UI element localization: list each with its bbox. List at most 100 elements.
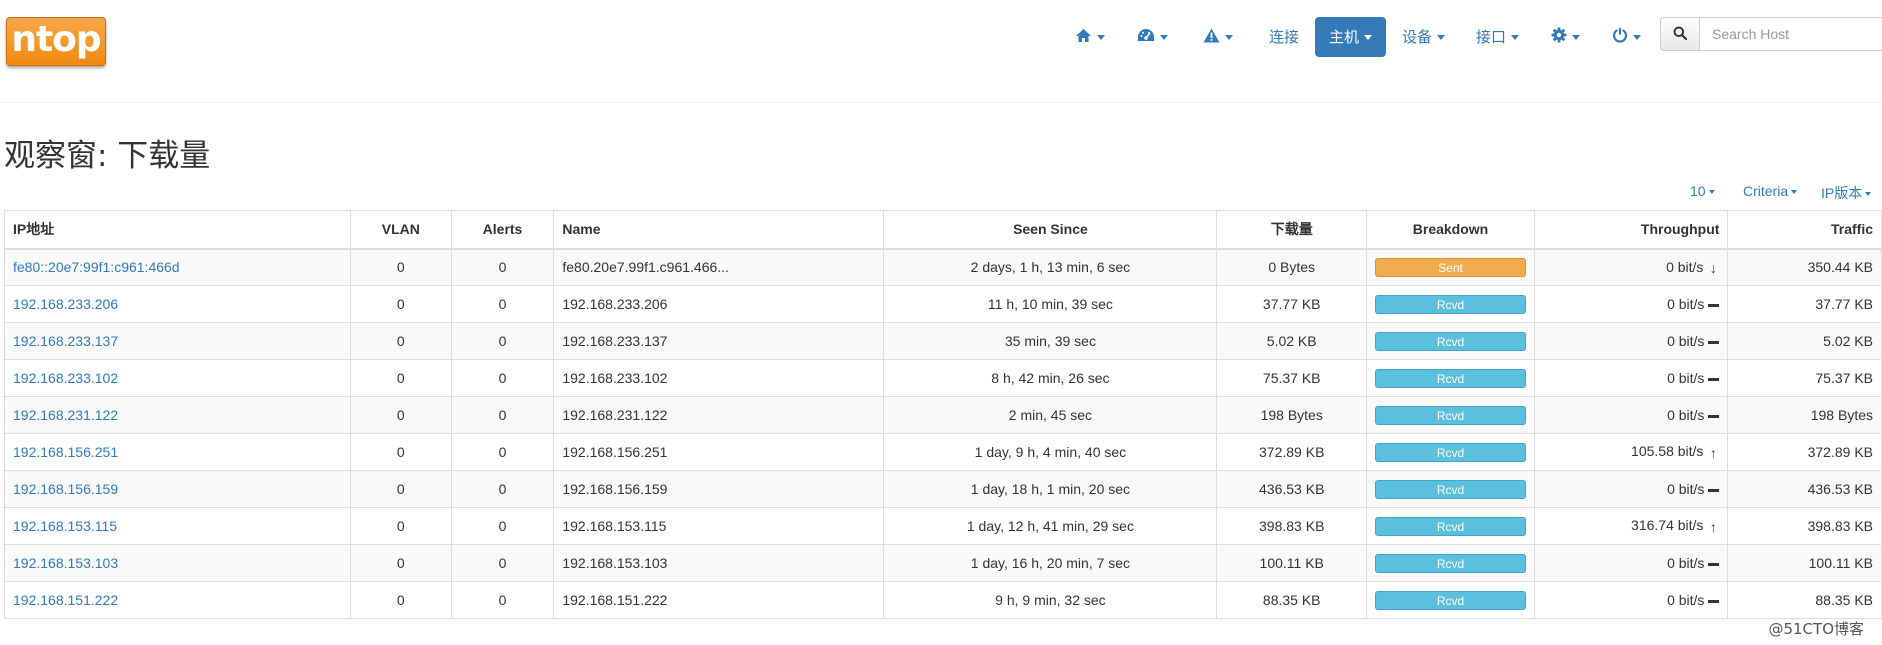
ip-cell: 192.168.233.137 bbox=[4, 322, 351, 360]
nav-power[interactable] bbox=[1612, 17, 1641, 57]
criteria-dropdown[interactable]: Criteria bbox=[1743, 183, 1798, 199]
host-ip-link[interactable]: 192.168.153.115 bbox=[13, 518, 117, 534]
search-button[interactable] bbox=[1660, 17, 1700, 51]
ip-version-dropdown[interactable]: IP版本 bbox=[1821, 183, 1872, 203]
col-seen-since-header[interactable]: Seen Since bbox=[883, 210, 1218, 250]
seen-since-cell: 1 day, 16 h, 20 min, 7 sec bbox=[883, 544, 1218, 582]
vlan-cell: 0 bbox=[349, 248, 452, 286]
alerts-cell: 0 bbox=[450, 285, 555, 323]
download-cell: 88.35 KB bbox=[1216, 581, 1367, 619]
col-download-header[interactable]: 下载量 bbox=[1216, 210, 1367, 250]
name-cell: 192.168.153.103 bbox=[553, 544, 885, 582]
alerts-cell: 0 bbox=[450, 544, 555, 582]
throughput-cell: 0 bit/s bbox=[1533, 470, 1729, 508]
nav-devices-label: 设备 bbox=[1402, 28, 1433, 46]
throughput-value: 0 bit/s bbox=[1667, 296, 1705, 312]
nav-hosts[interactable]: 主机 bbox=[1315, 17, 1387, 57]
arrow-up-icon: ↑ bbox=[1709, 444, 1717, 461]
breakdown-bar: Rcvd bbox=[1375, 294, 1526, 314]
nav-flows[interactable]: 连接 bbox=[1269, 17, 1299, 57]
host-ip-link[interactable]: 192.168.156.159 bbox=[13, 481, 118, 497]
col-name-header[interactable]: Name bbox=[553, 210, 885, 250]
ntop-logo[interactable]: ntop bbox=[6, 17, 106, 66]
breakdown-cell: Rcvd bbox=[1366, 433, 1535, 471]
vlan-cell: 0 bbox=[349, 396, 452, 434]
name-cell: 192.168.151.222 bbox=[553, 581, 885, 619]
throughput-value: 0 bit/s bbox=[1667, 592, 1705, 608]
throughput-cell: 0 bit/s ↓ bbox=[1533, 248, 1729, 286]
name-cell: fe80.20e7.99f1.c961.466... bbox=[553, 248, 885, 286]
alert-icon bbox=[1203, 18, 1220, 58]
vlan-cell: 0 bbox=[349, 359, 452, 397]
gear-icon bbox=[1551, 18, 1567, 58]
name-cell: 192.168.153.115 bbox=[553, 507, 885, 545]
nav-interfaces[interactable]: 接口 bbox=[1476, 17, 1520, 57]
ntop-page: ntop 连接 主机 设备 接口 Search Host 观察窗: 下载量 10… bbox=[0, 0, 1882, 645]
col-ip-header[interactable]: IP地址 bbox=[4, 210, 351, 250]
chevron-down-icon bbox=[1225, 35, 1233, 40]
col-vlan-header[interactable]: VLAN bbox=[349, 210, 452, 250]
vlan-cell: 0 bbox=[349, 433, 452, 471]
nav-devices[interactable]: 设备 bbox=[1402, 17, 1446, 57]
traffic-cell: 198 Bytes bbox=[1727, 396, 1882, 434]
vlan-cell: 0 bbox=[349, 507, 452, 545]
nav-alerts[interactable] bbox=[1203, 17, 1233, 57]
download-cell: 398.83 KB bbox=[1216, 507, 1367, 545]
host-ip-link[interactable]: 192.168.231.122 bbox=[13, 407, 118, 423]
throughput-value: 0 bit/s bbox=[1667, 370, 1705, 386]
host-ip-link[interactable]: 192.168.233.102 bbox=[13, 370, 118, 386]
col-alerts-header[interactable]: Alerts bbox=[450, 210, 555, 250]
breakdown-cell: Rcvd bbox=[1366, 544, 1535, 582]
throughput-cell: 0 bit/s bbox=[1533, 285, 1729, 323]
table-body: fe80::20e7:99f1:c961:466d 0 0 fe80.20e7.99f… bbox=[4, 248, 1882, 619]
seen-since-cell: 11 h, 10 min, 39 sec bbox=[883, 285, 1218, 323]
nav-home[interactable] bbox=[1075, 17, 1105, 57]
host-ip-link[interactable]: fe80::20e7:99f1:c961:466d bbox=[13, 259, 180, 275]
alerts-cell: 0 bbox=[450, 248, 555, 286]
ip-cell: 192.168.231.122 bbox=[4, 396, 351, 434]
host-ip-link[interactable]: 192.168.153.103 bbox=[13, 555, 118, 571]
host-ip-link[interactable]: 192.168.151.222 bbox=[13, 592, 118, 608]
search-host-input[interactable] bbox=[1699, 17, 1882, 51]
table-row: fe80::20e7:99f1:c961:466d 0 0 fe80.20e7.99f… bbox=[4, 248, 1882, 286]
breakdown-bar: Sent bbox=[1375, 257, 1526, 277]
throughput-cell: 105.58 bit/s ↑ bbox=[1533, 433, 1729, 471]
seen-since-cell: 9 h, 9 min, 32 sec bbox=[883, 581, 1218, 619]
breakdown-cell: Rcvd bbox=[1366, 285, 1535, 323]
chevron-down-icon bbox=[1511, 35, 1520, 40]
trend-flat-icon bbox=[1708, 414, 1720, 418]
throughput-value: 105.58 bit/s bbox=[1631, 443, 1704, 460]
table-header-row: IP地址 VLAN Alerts Name Seen Since 下载量 Bre… bbox=[4, 210, 1882, 250]
dashboard-icon bbox=[1137, 18, 1155, 58]
breakdown-cell: Rcvd bbox=[1366, 396, 1535, 434]
download-cell: 372.89 KB bbox=[1216, 433, 1367, 471]
alerts-cell: 0 bbox=[450, 581, 555, 619]
col-breakdown-header[interactable]: Breakdown bbox=[1366, 210, 1535, 250]
seen-since-cell: 35 min, 39 sec bbox=[883, 322, 1218, 360]
seen-since-cell: 2 days, 1 h, 13 min, 6 sec bbox=[883, 248, 1218, 286]
host-ip-link[interactable]: 192.168.156.251 bbox=[13, 444, 118, 460]
col-throughput-header[interactable]: Throughput bbox=[1533, 210, 1729, 250]
per-page-dropdown[interactable]: 10 bbox=[1690, 183, 1715, 199]
nav-dashboard[interactable] bbox=[1137, 17, 1168, 57]
traffic-cell: 37.77 KB bbox=[1727, 285, 1882, 323]
traffic-cell: 372.89 KB bbox=[1727, 433, 1882, 471]
vlan-cell: 0 bbox=[349, 544, 452, 582]
name-cell: 192.168.233.206 bbox=[553, 285, 885, 323]
host-ip-link[interactable]: 192.168.233.137 bbox=[13, 333, 118, 349]
watermark: @51CTO博客 bbox=[1768, 620, 1864, 638]
breakdown-cell: Rcvd bbox=[1366, 322, 1535, 360]
seen-since-cell: 1 day, 18 h, 1 min, 20 sec bbox=[883, 470, 1218, 508]
download-cell: 75.37 KB bbox=[1216, 359, 1367, 397]
throughput-cell: 0 bit/s bbox=[1533, 322, 1729, 360]
nav-settings[interactable] bbox=[1551, 17, 1580, 57]
chevron-down-icon bbox=[1572, 35, 1580, 40]
name-cell: 192.168.233.137 bbox=[553, 322, 885, 360]
arrow-down-icon: ↓ bbox=[1709, 259, 1717, 276]
table-row: 192.168.233.137 0 0 192.168.233.137 35 min, … bbox=[4, 322, 1882, 360]
col-traffic-header[interactable]: Traffic bbox=[1727, 210, 1882, 250]
ip-cell: fe80::20e7:99f1:c961:466d bbox=[4, 248, 351, 286]
host-ip-link[interactable]: 192.168.233.206 bbox=[13, 296, 118, 312]
trend-flat-icon bbox=[1708, 562, 1720, 566]
breakdown-bar: Rcvd bbox=[1375, 405, 1526, 425]
